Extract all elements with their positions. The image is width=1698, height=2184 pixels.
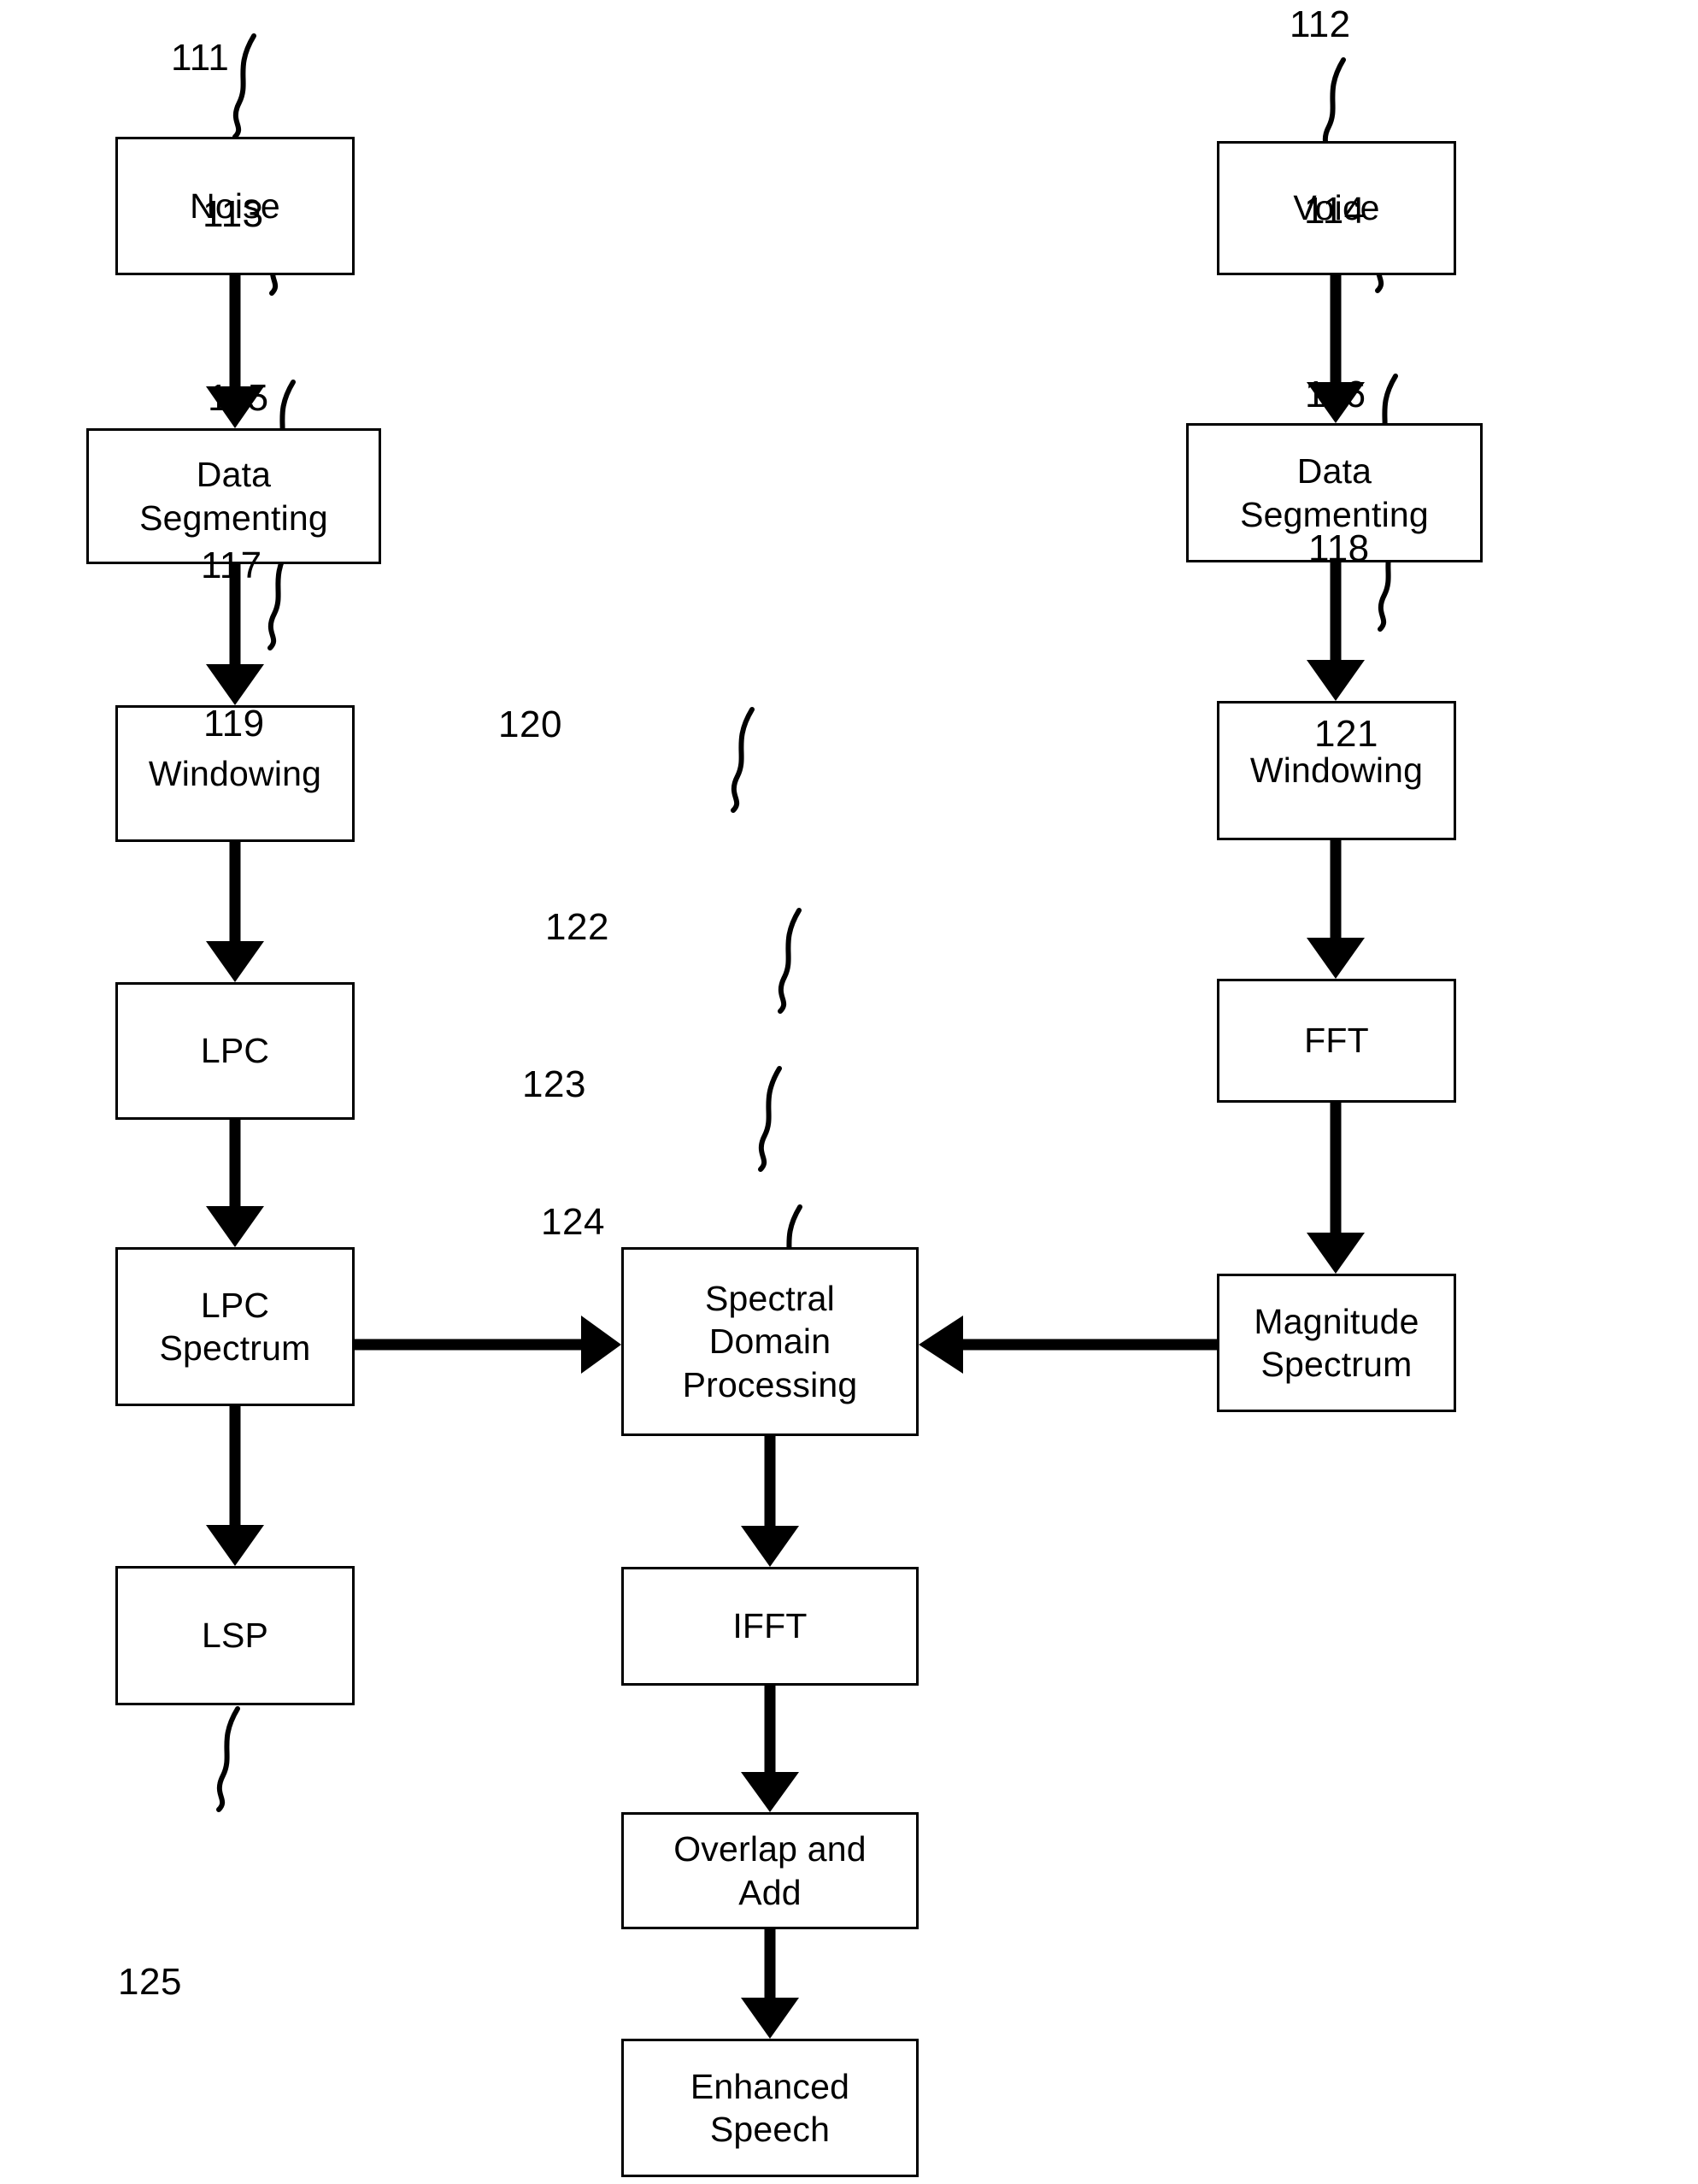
node-magnitude-spectrum[interactable]: Magnitude Spectrum	[1217, 1274, 1456, 1412]
arrowhead-spectral-to-ifft	[741, 1526, 799, 1567]
reference-numeral-121: 121	[1314, 713, 1378, 755]
reference-numeral-119: 119	[203, 703, 265, 745]
reference-numeral-120: 120	[498, 703, 562, 745]
reference-numeral-122: 122	[545, 906, 609, 948]
node-overlap-and-add[interactable]: Overlap and Add	[621, 1812, 919, 1929]
figure-canvas: Noise Voice Data Segmenting Data Segment…	[0, 0, 1698, 2184]
arrowhead-magnitudespectrum-to-spectral	[919, 1316, 963, 1374]
leader-squiggle-120	[731, 707, 755, 813]
arrowhead-lpcspectrum-to-spectral	[581, 1316, 621, 1374]
node-fft[interactable]: FFT	[1217, 979, 1456, 1103]
arrowhead-dataseg-to-windowing-left	[206, 664, 264, 705]
node-lpc[interactable]: LPC	[115, 982, 355, 1120]
reference-numeral-123: 123	[522, 1063, 586, 1105]
node-ifft[interactable]: IFFT	[621, 1567, 919, 1686]
node-spectral-domain-processing[interactable]: Spectral Domain Processing	[621, 1247, 919, 1436]
arrowhead-lpc-to-lpcspectrum	[206, 1206, 264, 1247]
arrowhead-ifft-to-overlapadd	[741, 1772, 799, 1812]
node-enhanced-speech[interactable]: Enhanced Speech	[621, 2039, 919, 2177]
leader-squiggle-122	[778, 908, 802, 1014]
leader-squiggle-123	[758, 1066, 782, 1172]
arrowhead-dataseg-to-windowing-right	[1307, 660, 1365, 701]
reference-numeral-114: 114	[1304, 190, 1366, 232]
node-lpc-spectrum[interactable]: LPC Spectrum	[115, 1247, 355, 1406]
arrowhead-fft-to-magnitudespectrum	[1307, 1233, 1365, 1274]
reference-numeral-111: 111	[171, 37, 230, 79]
leader-squiggle-111	[232, 33, 256, 139]
reference-numeral-118: 118	[1308, 527, 1370, 569]
reference-numeral-112: 112	[1290, 3, 1351, 45]
arrowhead-lpcspectrum-to-lsp	[206, 1525, 264, 1566]
node-lsp[interactable]: LSP	[115, 1566, 355, 1705]
arrowhead-overlapadd-to-enhanced	[741, 1998, 799, 2039]
reference-numeral-113: 113	[203, 193, 264, 235]
leader-squiggle-125	[216, 1706, 240, 1812]
reference-numeral-115: 115	[208, 377, 269, 419]
reference-numeral-125: 125	[118, 1961, 182, 2003]
reference-numeral-116: 116	[1305, 374, 1366, 415]
arrowhead-windowing-to-lpc	[206, 941, 264, 982]
arrowhead-windowing-to-fft	[1307, 938, 1365, 979]
reference-numeral-117: 117	[201, 545, 262, 586]
reference-numeral-124: 124	[541, 1201, 605, 1243]
